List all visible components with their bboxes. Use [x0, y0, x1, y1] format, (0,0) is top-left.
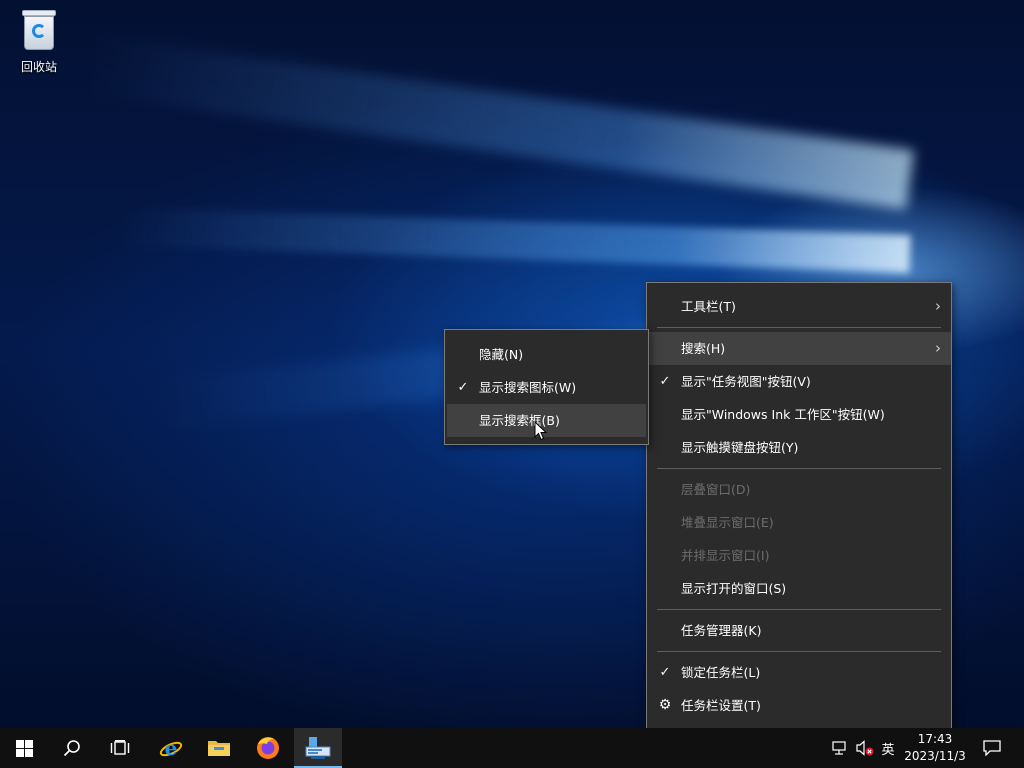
menu-item-show-windows-ink[interactable]: 显示"Windows Ink 工作区"按钮(W): [647, 398, 951, 431]
search-icon: [63, 740, 80, 757]
menu-separator: [657, 327, 941, 328]
action-center-icon: [983, 740, 1001, 756]
server-manager-button[interactable]: [294, 728, 342, 768]
menu-item-label: 并排显示窗口(I): [681, 548, 770, 563]
task-view-icon: [110, 740, 130, 755]
internet-explorer-icon: e: [159, 736, 183, 760]
file-explorer-button[interactable]: [195, 728, 243, 768]
menu-item-label: 显示"任务视图"按钮(V): [681, 374, 811, 389]
recycle-bin-icon: [20, 8, 58, 52]
desktop-icon-label: 回收站: [20, 60, 57, 74]
wallpaper-beam: [119, 207, 911, 273]
menu-item-stack-windows: 堆叠显示窗口(E): [647, 506, 951, 539]
taskbar-context-menu: 工具栏(T) › 搜索(H) › ✓ 显示"任务视图"按钮(V) 显示"Wind…: [646, 282, 952, 731]
menu-item-label: 显示"Windows Ink 工作区"按钮(W): [681, 407, 885, 422]
checkmark-icon: ✓: [457, 380, 469, 395]
checkmark-icon: ✓: [659, 665, 671, 680]
menu-item-label: 层叠窗口(D): [681, 482, 751, 497]
checkmark-icon: ✓: [659, 374, 671, 389]
volume-muted-icon: [856, 740, 874, 756]
menu-item-task-manager[interactable]: 任务管理器(K): [647, 614, 951, 647]
start-button[interactable]: [0, 728, 48, 768]
chevron-right-icon: ›: [935, 339, 941, 357]
taskbar: e 英 17:43 2023/11/3: [0, 728, 1024, 768]
search-button[interactable]: [48, 728, 96, 768]
chevron-right-icon: ›: [935, 297, 941, 315]
menu-item-show-desktop[interactable]: 显示打开的窗口(S): [647, 572, 951, 605]
menu-item-search[interactable]: 搜索(H) ›: [647, 332, 951, 365]
clock-date: 2023/11/3: [904, 749, 966, 763]
windows-logo-icon: [15, 739, 33, 757]
menu-separator: [657, 609, 941, 610]
tray-volume[interactable]: [853, 728, 877, 768]
server-manager-icon: [305, 737, 331, 759]
taskbar-clock[interactable]: 17:43 2023/11/3: [898, 731, 972, 765]
menu-item-side-by-side: 并排显示窗口(I): [647, 539, 951, 572]
menu-item-show-task-view[interactable]: ✓ 显示"任务视图"按钮(V): [647, 365, 951, 398]
menu-item-label: 隐藏(N): [479, 347, 524, 362]
ime-label: 英: [881, 742, 895, 758]
svg-text:e: e: [165, 736, 178, 760]
menu-item-label: 搜索(H): [681, 341, 726, 356]
folder-icon: [208, 741, 230, 756]
menu-item-cascade-windows: 层叠窗口(D): [647, 473, 951, 506]
firefox-icon: [257, 737, 279, 759]
menu-item-label: 任务栏设置(T): [681, 698, 761, 713]
submenu-item-show-search-icon[interactable]: ✓ 显示搜索图标(W): [445, 371, 648, 404]
network-icon: [832, 741, 846, 755]
task-view-button[interactable]: [96, 728, 144, 768]
action-center-button[interactable]: [978, 728, 1006, 768]
wallpaper-beam: [83, 34, 915, 210]
menu-item-label: 显示触摸键盘按钮(Y): [681, 440, 799, 455]
menu-separator: [657, 651, 941, 652]
clock-time: 17:43: [917, 732, 953, 746]
menu-item-show-touch-keyboard[interactable]: 显示触摸键盘按钮(Y): [647, 431, 951, 464]
menu-item-label: 锁定任务栏(L): [681, 665, 761, 680]
tray-network[interactable]: [828, 728, 852, 768]
internet-explorer-button[interactable]: e: [147, 728, 195, 768]
menu-item-label: 显示搜索图标(W): [479, 380, 577, 395]
menu-item-label: 任务管理器(K): [681, 623, 762, 638]
gear-icon: ⚙: [658, 697, 672, 713]
menu-item-label: 堆叠显示窗口(E): [681, 515, 774, 530]
desktop-icon-recycle-bin[interactable]: 回收站: [10, 8, 68, 78]
menu-separator: [657, 468, 941, 469]
menu-item-lock-taskbar[interactable]: ✓ 锁定任务栏(L): [647, 656, 951, 689]
submenu-item-hidden[interactable]: 隐藏(N): [445, 338, 648, 371]
ime-indicator[interactable]: 英: [877, 728, 899, 768]
firefox-button[interactable]: [244, 728, 292, 768]
menu-item-toolbars[interactable]: 工具栏(T) ›: [647, 290, 951, 323]
menu-item-label: 工具栏(T): [681, 299, 736, 314]
menu-item-taskbar-settings[interactable]: ⚙ 任务栏设置(T): [647, 689, 951, 722]
menu-item-label: 显示打开的窗口(S): [681, 581, 787, 596]
